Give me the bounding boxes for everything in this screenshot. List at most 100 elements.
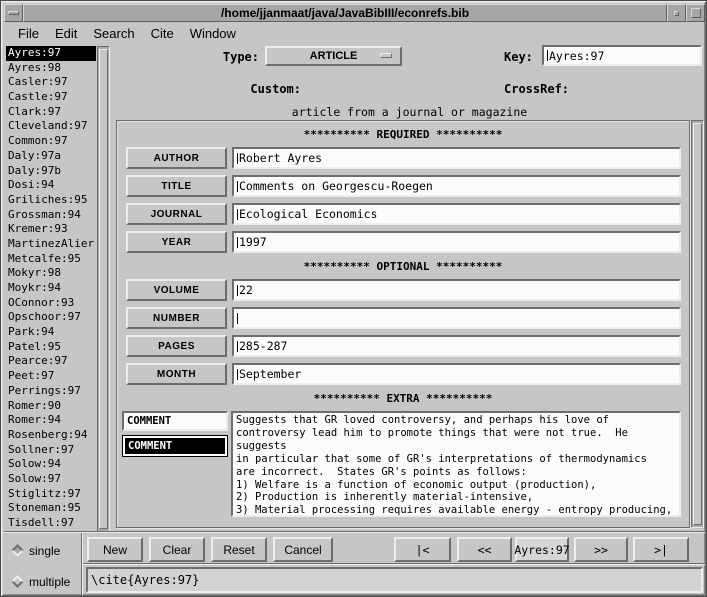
list-item[interactable]: Patel:95 xyxy=(6,340,96,355)
list-item[interactable]: Rosenberg:94 xyxy=(6,428,96,443)
cite-command-value: \cite{Ayres:97} xyxy=(91,573,199,587)
field-input-number[interactable] xyxy=(232,307,681,329)
list-item[interactable]: Grossman:94 xyxy=(6,208,96,223)
maximize-button[interactable] xyxy=(686,4,705,22)
extra-field-selector[interactable]: COMMENT xyxy=(122,411,228,431)
menu-edit[interactable]: Edit xyxy=(47,24,85,43)
list-item[interactable]: Solow:94 xyxy=(6,457,96,472)
field-input-pages[interactable]: 285-287 xyxy=(232,335,681,357)
field-label-pages: PAGES xyxy=(126,335,227,357)
list-item[interactable]: Romer:94 xyxy=(6,413,96,428)
list-item[interactable]: Common:97 xyxy=(6,134,96,149)
multiple-mode-radio[interactable] xyxy=(11,575,24,588)
field-input-journal[interactable]: Ecological Economics xyxy=(232,203,681,225)
menubar: FileEditSearchCiteWindow xyxy=(4,23,705,43)
field-row: YEAR1997 xyxy=(126,231,681,253)
field-input-year[interactable]: 1997 xyxy=(232,231,681,253)
list-scrollbar-thumb[interactable] xyxy=(99,49,108,529)
list-item[interactable]: Cleveland:97 xyxy=(6,119,96,134)
list-item[interactable]: Pearce:97 xyxy=(6,354,96,369)
nav-last-button[interactable]: >| xyxy=(633,537,689,562)
nav-current-button[interactable]: Ayres:97 xyxy=(515,537,569,562)
titlebar: /home/jjanmaat/java/JavaBibIII/econrefs.… xyxy=(4,4,705,22)
type-dropdown[interactable]: ARTICLE xyxy=(265,46,402,66)
window-menu-button[interactable] xyxy=(4,4,23,22)
list-item[interactable]: Park:94 xyxy=(6,325,96,340)
text-caret xyxy=(237,237,238,248)
field-input-volume[interactable]: 22 xyxy=(232,279,681,301)
list-item[interactable]: Daly:97b xyxy=(6,164,96,179)
multiple-mode-label[interactable]: multiple xyxy=(29,575,70,589)
list-item[interactable]: Ayres:97 xyxy=(6,46,96,61)
extra-section: COMMENT COMMENT Suggests that GR loved c… xyxy=(122,411,681,517)
field-row: JOURNALEcological Economics xyxy=(126,203,681,225)
nav-first-button[interactable]: |< xyxy=(394,537,451,562)
list-item[interactable]: Metcalfe:95 xyxy=(6,252,96,267)
list-item[interactable]: Tisdell:97 xyxy=(6,516,96,531)
reset-button[interactable]: Reset xyxy=(211,537,267,562)
list-item[interactable]: Ayres:98 xyxy=(6,61,96,76)
list-item[interactable]: MartinezAlier:9 xyxy=(6,237,96,252)
menu-window[interactable]: Window xyxy=(182,24,244,43)
minimize-button[interactable] xyxy=(667,4,686,22)
list-item[interactable]: OConnor:93 xyxy=(6,296,96,311)
list-item[interactable]: Casler:97 xyxy=(6,75,96,90)
footer-separator xyxy=(4,531,705,533)
list-item[interactable]: Sollner:97 xyxy=(6,443,96,458)
list-item[interactable]: Moykr:94 xyxy=(6,281,96,296)
extra-field-list: COMMENT xyxy=(122,435,228,457)
field-row: AUTHORRobert Ayres xyxy=(126,147,681,169)
field-input-title[interactable]: Comments on Georgescu-Roegen xyxy=(232,175,681,197)
cancel-button[interactable]: Cancel xyxy=(273,537,333,562)
menu-search[interactable]: Search xyxy=(85,24,142,43)
extra-list-item[interactable]: COMMENT xyxy=(125,438,225,454)
list-item[interactable]: Clark:97 xyxy=(6,105,96,120)
nav-next-button[interactable]: >> xyxy=(574,537,628,562)
list-item[interactable]: Stoneman:95 xyxy=(6,501,96,516)
clear-button[interactable]: Clear xyxy=(149,537,205,562)
text-caret xyxy=(237,153,238,164)
custom-label: Custom: xyxy=(231,82,301,96)
list-scrollbar[interactable] xyxy=(97,46,110,532)
field-row: NUMBER xyxy=(126,307,681,329)
form-scrollbar[interactable] xyxy=(691,120,704,528)
field-input-author[interactable]: Robert Ayres xyxy=(232,147,681,169)
field-value: September xyxy=(239,367,301,381)
text-caret xyxy=(237,341,238,352)
field-row: VOLUME22 xyxy=(126,279,681,301)
list-item[interactable]: Dosi:94 xyxy=(6,178,96,193)
single-mode-radio[interactable] xyxy=(11,544,24,557)
new-button[interactable]: New xyxy=(87,537,143,562)
extra-text-area[interactable]: Suggests that GR loved controversy, and … xyxy=(233,413,679,515)
list-item[interactable]: Opschoor:97 xyxy=(6,310,96,325)
option-menu-indicator-icon xyxy=(380,53,392,58)
list-item[interactable]: Perrings:97 xyxy=(6,384,96,399)
single-mode-label[interactable]: single xyxy=(29,544,60,558)
field-value: 22 xyxy=(239,283,253,297)
menu-cite[interactable]: Cite xyxy=(143,24,182,43)
list-item[interactable]: Daly:97a xyxy=(6,149,96,164)
form-scrollbar-thumb[interactable] xyxy=(693,123,702,525)
list-item[interactable]: Stiglitz:97 xyxy=(6,487,96,502)
nav-prev-button[interactable]: << xyxy=(457,537,512,562)
app-window: /home/jjanmaat/java/JavaBibIII/econrefs.… xyxy=(0,0,707,597)
field-input-month[interactable]: September xyxy=(232,363,681,385)
cite-command-field[interactable]: \cite{Ayres:97} xyxy=(86,567,703,593)
list-item[interactable]: Mokyr:98 xyxy=(6,266,96,281)
field-label-journal: JOURNAL xyxy=(126,203,227,225)
list-item[interactable]: Griliches:95 xyxy=(6,193,96,208)
entry-type-description: article from a journal or magazine xyxy=(116,105,703,119)
list-item[interactable]: Kremer:93 xyxy=(6,222,96,237)
field-row: MONTHSeptember xyxy=(126,363,681,385)
key-input[interactable]: Ayres:97 xyxy=(542,45,702,66)
list-item[interactable]: Solow:97 xyxy=(6,472,96,487)
list-item[interactable]: Peet:97 xyxy=(6,369,96,384)
field-label-year: YEAR xyxy=(126,231,227,253)
menu-file[interactable]: File xyxy=(10,24,47,43)
cite-separator xyxy=(83,563,705,565)
list-item[interactable]: Castle:97 xyxy=(6,90,96,105)
list-item[interactable]: Romer:90 xyxy=(6,399,96,414)
required-fields: AUTHORRobert AyresTITLEComments on Georg… xyxy=(117,147,689,253)
key-label: Key: xyxy=(504,50,533,64)
field-value: Comments on Georgescu-Roegen xyxy=(239,179,433,193)
